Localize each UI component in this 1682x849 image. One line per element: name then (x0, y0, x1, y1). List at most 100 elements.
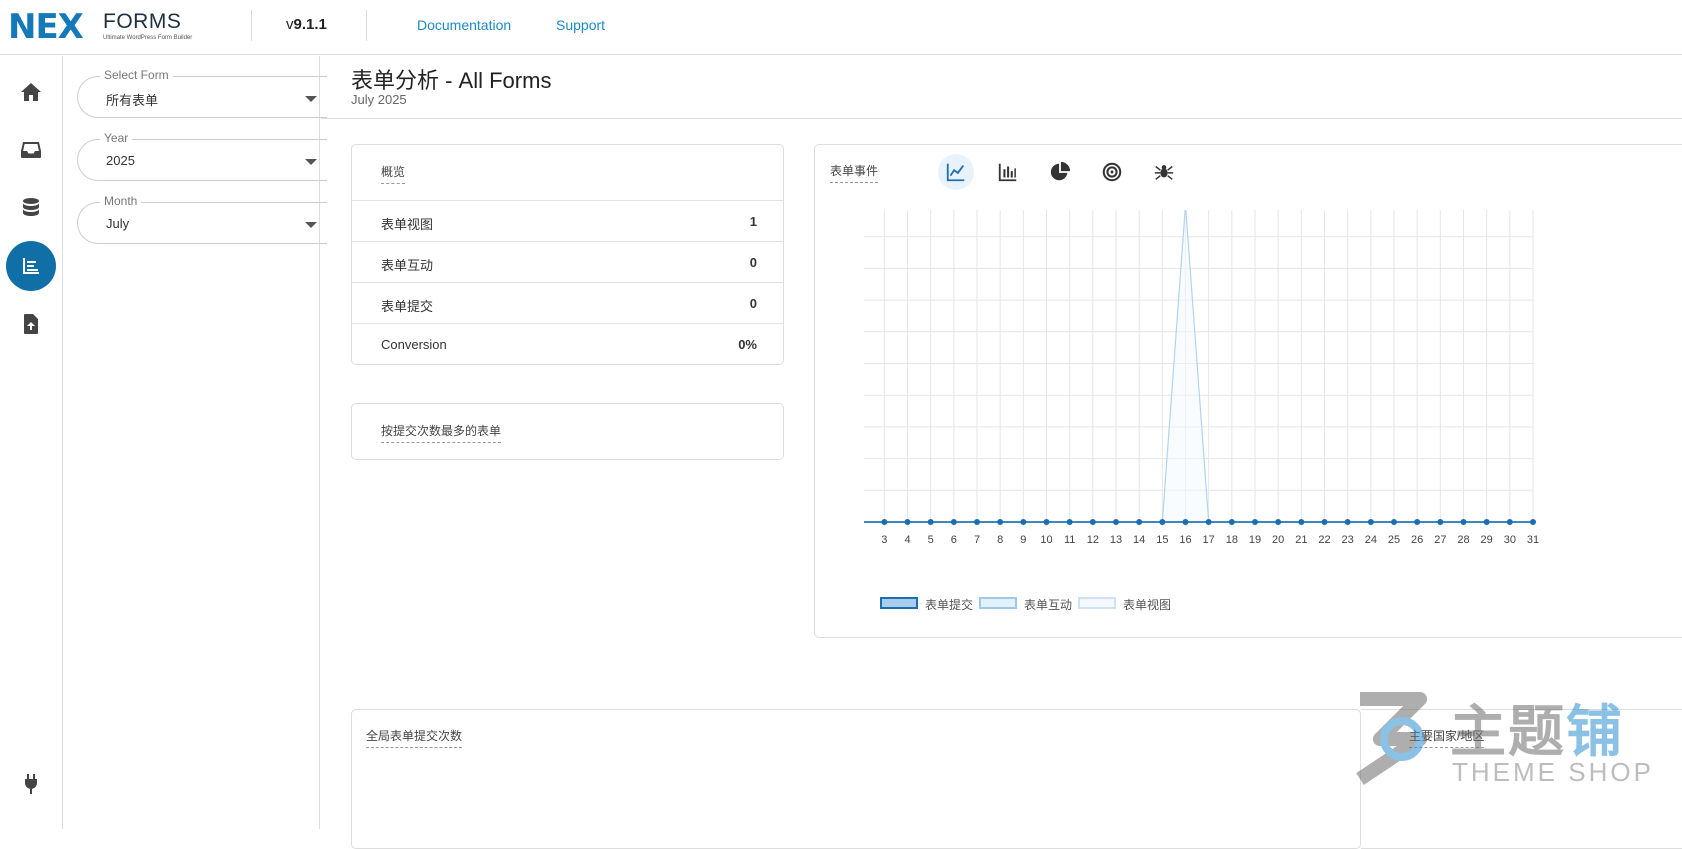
nav-database[interactable] (6, 183, 56, 233)
watermark-english: THEME SHOP (1452, 757, 1654, 788)
year-label: Year (100, 131, 132, 145)
top-forms-card: 按提交次数最多的表单 (351, 403, 784, 460)
x-tick-label: 17 (1203, 534, 1215, 546)
page-subtitle: July 2025 (351, 92, 407, 107)
global-submissions-title: 全局表单提交次数 (366, 727, 462, 748)
file-upload-icon (19, 312, 43, 336)
x-tick-label: 3 (881, 534, 887, 546)
target-button[interactable] (1094, 154, 1130, 190)
x-tick-label: 5 (928, 534, 934, 546)
x-tick-label: 22 (1318, 534, 1330, 546)
x-tick-label: 10 (1040, 534, 1052, 546)
pie-chart-icon (1049, 161, 1071, 183)
overview-row-label: 表单互动 (381, 255, 433, 274)
x-tick-label: 6 (951, 534, 957, 546)
overview-row-label: Conversion (381, 337, 447, 352)
home-icon (19, 80, 43, 104)
chevron-down-icon (305, 159, 317, 165)
x-tick-label: 23 (1342, 534, 1354, 546)
nav-file-upload[interactable] (6, 299, 56, 349)
pie-chart-button[interactable] (1042, 154, 1078, 190)
version-label: v9.1.1 (286, 16, 327, 33)
x-tick-label: 30 (1504, 534, 1516, 546)
documentation-link[interactable]: Documentation (417, 17, 511, 33)
overview-row-value: 0% (738, 337, 757, 352)
watermark-logo-icon (1340, 689, 1440, 789)
x-tick-label: 14 (1133, 534, 1145, 546)
year-dropdown[interactable]: Year 2025 (77, 139, 327, 181)
month-label: Month (100, 194, 141, 208)
series-area (864, 210, 1533, 522)
x-tick-label: 4 (904, 534, 910, 546)
theme-shop-watermark: 主题铺 THEME SHOP (1340, 685, 1682, 795)
x-tick-label: 21 (1295, 534, 1307, 546)
legend-label: 表单互动 (1024, 596, 1072, 613)
nexforms-logo[interactable]: NEX FORMS Ultimate WordPress Form Builde… (8, 10, 188, 44)
x-tick-label: 7 (974, 534, 980, 546)
logo-forms: FORMS (103, 10, 181, 34)
nav-inbox[interactable] (6, 125, 56, 175)
x-tick-label: 28 (1457, 534, 1469, 546)
legend-item-submissions[interactable]: 表单提交 (880, 596, 975, 610)
x-tick-label: 8 (997, 534, 1003, 546)
x-tick-label: 11 (1064, 534, 1075, 546)
month-value: July (106, 216, 129, 231)
x-tick-label: 19 (1249, 534, 1261, 546)
legend-label: 表单提交 (925, 596, 973, 613)
overview-row: 表单互动 0 (352, 241, 783, 282)
top-header: NEX FORMS Ultimate WordPress Form Builde… (0, 0, 1682, 55)
inbox-icon (19, 138, 43, 162)
x-tick-label: 20 (1272, 534, 1284, 546)
overview-row-value: 1 (750, 214, 757, 229)
overview-row-value: 0 (750, 296, 757, 311)
overview-title: 概览 (381, 163, 405, 184)
nav-analytics[interactable] (6, 241, 56, 291)
x-tick-label: 18 (1226, 534, 1238, 546)
chevron-down-icon (305, 96, 317, 102)
overview-row: 表单提交 0 (352, 282, 783, 323)
legend-swatch (979, 597, 1017, 609)
overview-card: 概览 表单视图 1 表单互动 0 表单提交 0 Conversion 0% (351, 144, 784, 365)
line-chart-icon (945, 161, 967, 183)
overview-row-label: 表单视图 (381, 214, 433, 233)
bar-chart-icon (997, 161, 1019, 183)
x-tick-label: 27 (1434, 534, 1446, 546)
legend-item-interactions[interactable]: 表单互动 (979, 596, 1074, 610)
analytics-icon (19, 254, 43, 278)
overview-row: Conversion 0% (352, 323, 783, 364)
overview-row: 表单视图 1 (352, 200, 783, 241)
logo-nex: NEX (8, 10, 83, 44)
x-tick-label: 9 (1020, 534, 1026, 546)
x-tick-label: 25 (1388, 534, 1400, 546)
x-tick-label: 31 (1527, 534, 1539, 546)
header-divider (251, 10, 252, 41)
overview-row-label: 表单提交 (381, 296, 433, 315)
nav-plugins[interactable] (6, 759, 56, 809)
legend-swatch (880, 597, 918, 609)
x-tick-label: 29 (1481, 534, 1493, 546)
select-form-label: Select Form (100, 68, 173, 82)
page-title: 表单分析 - All Forms (351, 63, 551, 95)
nav-home[interactable] (6, 67, 56, 117)
chevron-down-icon (305, 222, 317, 228)
x-tick-label: 16 (1179, 534, 1191, 546)
month-dropdown[interactable]: Month July (77, 202, 327, 244)
header-divider (366, 10, 367, 41)
legend-item-views[interactable]: 表单视图 (1078, 596, 1173, 610)
side-nav-rail (0, 56, 63, 829)
overview-row-value: 0 (750, 255, 757, 270)
top-forms-title: 按提交次数最多的表单 (381, 422, 501, 443)
line-chart-button[interactable] (938, 154, 974, 190)
bar-chart-button[interactable] (990, 154, 1026, 190)
x-tick-label: 26 (1411, 534, 1423, 546)
target-icon (1101, 161, 1123, 183)
support-link[interactable]: Support (556, 17, 605, 33)
select-form-value: 所有表单 (106, 90, 158, 109)
spider-icon (1153, 161, 1175, 183)
select-form-dropdown[interactable]: Select Form 所有表单 (77, 76, 327, 118)
year-value: 2025 (106, 153, 135, 168)
x-tick-label: 24 (1365, 534, 1377, 546)
x-tick-label: 15 (1156, 534, 1168, 546)
filter-panel: Select Form 所有表单 Year 2025 Month July (64, 56, 320, 829)
spider-button[interactable] (1146, 154, 1182, 190)
